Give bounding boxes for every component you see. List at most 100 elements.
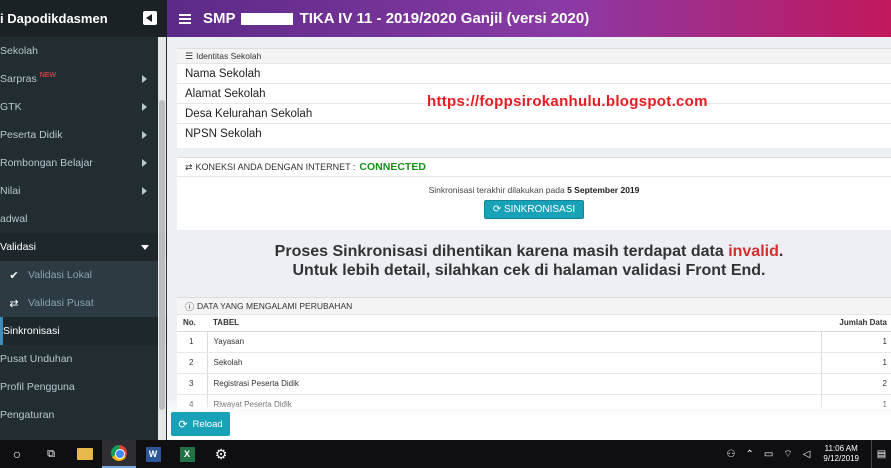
check-icon: ✔ <box>9 269 19 282</box>
network-icon[interactable]: ⌔ <box>783 448 792 461</box>
sidebar-item-label: Validasi Lokal <box>28 269 93 281</box>
sidebar-item-nilai[interactable]: Nilai <box>0 177 167 205</box>
connection-status-bar: ⇄ KONEKSI ANDA DENGAN INTERNET : CONNECT… <box>177 158 891 177</box>
sidebar-item-label: Profil Pengguna <box>0 381 75 393</box>
info-circle-icon: ⓘ <box>185 301 195 312</box>
sidebar: i Dapodikdasmen Sekolah Sarpras NEW GTK P… <box>0 0 167 440</box>
changes-card-header: ⓘ DATA YANG MENGALAMI PERUBAHAN <box>177 298 891 315</box>
people-icon[interactable]: ⚇ <box>726 449 735 460</box>
sidebar-brand: i Dapodikdasmen <box>0 0 167 37</box>
sync-date: 5 September 2019 <box>567 185 640 195</box>
chevron-down-icon <box>141 245 149 250</box>
hamburger-menu-icon[interactable] <box>179 13 191 24</box>
sidebar-item-label: Sekolah <box>0 45 38 57</box>
sidebar-item-label: adwal <box>0 213 28 225</box>
sidebar-item-validasi[interactable]: Validasi <box>0 233 167 261</box>
excel-icon[interactable]: X <box>170 440 204 468</box>
sidebar-item-peserta-didik[interactable]: Peserta Didik <box>0 121 167 149</box>
connection-status: CONNECTED <box>359 161 426 173</box>
sidebar-item-validasi-lokal[interactable]: ✔ Validasi Lokal <box>0 261 167 289</box>
cell-tabel: Yayasan <box>206 331 821 353</box>
main-content: ☰ Identitas Sekolah Nama Sekolah Alamat … <box>167 37 891 440</box>
system-tray: ⚇ ⌃ ▭ ⌔ ◁ 11:06 AM 9/12/2019 ▤ <box>721 440 891 468</box>
search-circle-icon[interactable]: ○ <box>0 440 34 468</box>
task-view-icon[interactable]: ⧉ <box>34 440 68 468</box>
file-explorer-icon[interactable] <box>68 440 102 468</box>
last-sync-info: Sinkronisasi terakhir dilakukan pada 5 S… <box>177 185 891 195</box>
reload-button[interactable]: ⟳ Reload <box>171 412 230 436</box>
title-suffix: TIKA IV 11 - 2019/2020 Ganjil (versi 202… <box>299 10 590 27</box>
col-header-tabel: TABEL <box>207 315 821 332</box>
warning-line-2: Untuk lebih detail, silahkan cek di hala… <box>292 262 766 279</box>
sidebar-item-label: Validasi Pusat <box>28 297 94 309</box>
reload-label: Reload <box>192 418 223 430</box>
retweet-icon: ⇄ <box>9 297 19 310</box>
sidebar-item-label: Sarpras <box>0 73 37 85</box>
chevron-right-icon <box>142 131 147 139</box>
warning-period: . <box>778 243 784 260</box>
sidebar-item-label: Rombongan Belajar <box>0 157 93 169</box>
sidebar-item-label: Peserta Didik <box>0 129 63 141</box>
cell-no: 3 <box>177 373 207 395</box>
sidebar-item-gtk[interactable]: GTK <box>0 93 167 121</box>
info-row-npsn: NPSN Sekolah <box>177 124 891 144</box>
sidebar-item-label: Nilai <box>0 185 21 197</box>
new-badge: NEW <box>39 71 57 79</box>
sync-button-label: SINKRONISASI <box>504 204 576 215</box>
warning-line-1: Proses Sinkronisasi dihentikan karena ma… <box>167 242 891 261</box>
settings-gear-icon[interactable]: ⚙ <box>204 440 238 468</box>
chevron-up-icon[interactable]: ⌃ <box>745 449 753 460</box>
collapse-sidebar-icon[interactable] <box>143 11 157 25</box>
cell-jumlah: 2 <box>820 373 891 395</box>
validasi-submenu: ✔ Validasi Lokal ⇄ Validasi Pusat <box>0 261 167 317</box>
connection-label: KONEKSI ANDA DENGAN INTERNET : <box>195 162 356 172</box>
sidebar-item-sekolah[interactable]: Sekolah <box>0 37 167 65</box>
top-header: SMP TIKA IV 11 - 2019/2020 Ganjil (versi… <box>167 0 891 37</box>
list-icon: ☰ <box>185 50 194 61</box>
clock-date: 9/12/2019 <box>823 454 859 463</box>
word-icon[interactable]: W <box>136 440 170 468</box>
exchange-icon: ⇄ <box>185 161 193 172</box>
sidebar-item-label: GTK <box>0 101 22 113</box>
bottom-fade <box>167 398 891 440</box>
invalid-text: invalid <box>728 243 779 260</box>
brand-title: i Dapodikdasmen <box>0 11 108 26</box>
sidebar-nav: Sekolah Sarpras NEW GTK Peserta Didik Rom… <box>0 37 167 429</box>
info-label: NPSN Sekolah <box>185 128 262 140</box>
sidebar-item-pusat-unduhan[interactable]: Pusat Unduhan <box>0 345 167 373</box>
notification-icon[interactable]: ▤ <box>871 440 891 468</box>
sidebar-item-rombongan-belajar[interactable]: Rombongan Belajar <box>0 149 167 177</box>
sidebar-item-pengaturan[interactable]: Pengaturan <box>0 401 167 429</box>
info-label: Alamat Sekolah <box>185 87 266 100</box>
refresh-icon: ⟳ <box>492 204 502 215</box>
cell-tabel: Registrasi Peserta Didik <box>206 373 821 395</box>
windows-taskbar: ○ ⧉ W X ⚙ ⚇ ⌃ ▭ ⌔ ◁ 11:06 AM 9/12/2019 ▤ <box>0 440 891 468</box>
info-row-nama: Nama Sekolah <box>177 64 891 84</box>
sidebar-item-jadwal[interactable]: adwal <box>0 205 167 233</box>
changes-card: ⓘ DATA YANG MENGALAMI PERUBAHAN No. TABE… <box>177 297 891 409</box>
cell-jumlah: 1 <box>820 352 891 374</box>
sidebar-item-validasi-pusat[interactable]: ⇄ Validasi Pusat <box>0 289 167 317</box>
cell-no: 2 <box>177 352 207 374</box>
sidebar-item-label: Pusat Unduhan <box>0 353 73 365</box>
info-label: Nama Sekolah <box>185 67 261 80</box>
table-row: 1 Yayasan 1 <box>177 331 891 353</box>
sidebar-item-label: Pengaturan <box>0 409 55 421</box>
chevron-right-icon <box>142 187 147 195</box>
card-title: Identitas Sekolah <box>196 51 262 61</box>
sidebar-item-profil-pengguna[interactable]: Profil Pengguna <box>0 373 167 401</box>
sidebar-scrollbar-thumb[interactable] <box>159 100 165 410</box>
taskbar-clock[interactable]: 11:06 AM 9/12/2019 <box>823 444 859 464</box>
sinkronisasi-button[interactable]: ⟳ SINKRONISASI <box>484 200 584 219</box>
refresh-icon: ⟳ <box>178 418 188 431</box>
sidebar-item-sinkronisasi[interactable]: Sinkronisasi <box>0 317 167 345</box>
changes-table: No. TABEL Jumlah Data 1 Yayasan 1 2 Sekolah… <box>177 315 891 409</box>
chrome-icon[interactable] <box>102 440 136 468</box>
redaction-mark <box>241 13 294 26</box>
clock-time: 11:06 AM <box>824 444 858 453</box>
battery-icon[interactable]: ▭ <box>764 449 773 460</box>
sidebar-item-sarpras[interactable]: Sarpras NEW <box>0 65 167 93</box>
cell-no: 1 <box>177 331 207 353</box>
sync-warning: Proses Sinkronisasi dihentikan karena ma… <box>167 242 891 280</box>
volume-icon[interactable]: ◁ <box>803 449 811 460</box>
